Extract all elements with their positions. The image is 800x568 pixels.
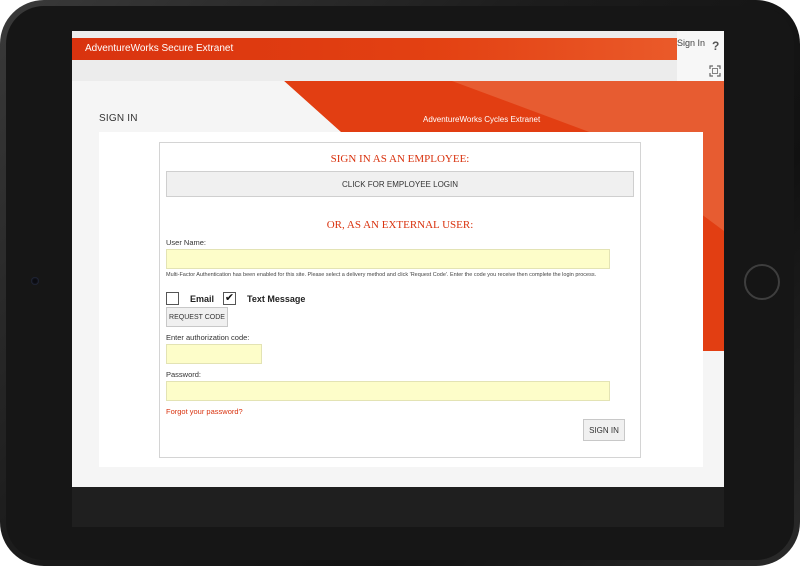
employee-heading: SIGN IN AS AN EMPLOYEE: [330,153,470,165]
header-signin-link[interactable]: Sign In [677,38,705,48]
username-label: User Name: [166,238,207,247]
employee-login-button[interactable]: CLICK FOR EMPLOYEE LOGIN [166,171,634,197]
password-label: Password: [166,370,202,379]
checkmark-icon: ✔ [224,292,235,304]
request-code-button[interactable]: REQUEST CODE [166,307,228,327]
email-checkbox-label: Email [190,294,215,304]
page-heading: SIGN IN [99,113,138,124]
text-message-checkbox-label: Text Message [247,294,306,304]
email-checkbox[interactable] [166,292,179,305]
home-button[interactable] [744,264,780,300]
help-icon[interactable]: ? [712,39,719,53]
mfa-note: Multi-Factor Authentication has been ena… [166,272,597,278]
site-subtitle: AdventureWorks Cycles Extranet [423,115,541,124]
signin-form: SIGN IN AS AN EMPLOYEE: CLICK FOR EMPLOY… [159,142,641,458]
text-message-checkbox[interactable]: ✔ [223,292,236,305]
username-input[interactable] [166,249,610,269]
forgot-password-link[interactable]: Forgot your password? [166,407,243,416]
auth-code-input[interactable] [166,344,262,364]
signin-button[interactable]: SIGN IN [583,419,625,441]
main-content: SIGN IN AS AN EMPLOYEE: CLICK FOR EMPLOY… [99,132,703,467]
password-input[interactable] [166,381,610,401]
auth-code-label: Enter authorization code: [166,333,250,342]
tablet-frame: AdventureWorks Secure Extranet Sign In ?… [0,0,800,566]
external-heading: OR, AS AN EXTERNAL USER: [326,219,474,231]
screen: AdventureWorks Secure Extranet Sign In ?… [72,31,724,527]
site-header: AdventureWorks Secure Extranet [72,38,677,60]
screen-bottom-bar [72,487,724,527]
camera-icon [31,277,39,285]
site-title: AdventureWorks Secure Extranet [85,43,234,54]
expand-icon[interactable] [709,65,721,77]
